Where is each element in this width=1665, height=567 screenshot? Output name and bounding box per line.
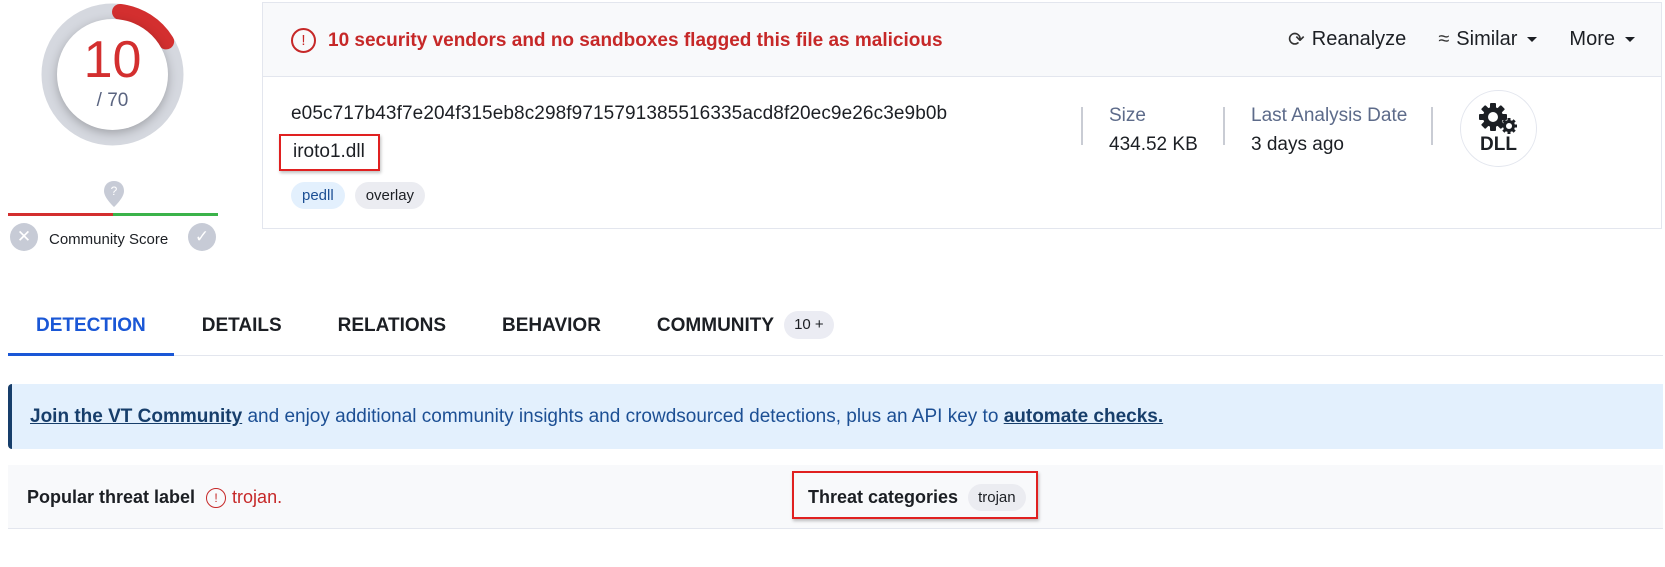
threat-categories: Threat categories trojan <box>808 484 1026 511</box>
divider <box>1431 107 1433 145</box>
tab-label: COMMUNITY <box>656 315 775 336</box>
community-score-label: Community Score <box>49 231 169 248</box>
similar-dropdown[interactable]: ≈ Similar <box>1438 28 1538 51</box>
tab-label: DETECTION <box>36 315 146 336</box>
caret-down-icon <box>1527 37 1538 42</box>
file-name: iroto1.dll <box>279 134 380 171</box>
exclamation-circle-icon: ! <box>206 487 227 508</box>
size-value: 434.52 KB <box>1109 134 1198 155</box>
detection-alert: ! 10 security vendors and no sandboxes f… <box>291 28 943 53</box>
negative-bar <box>8 213 113 216</box>
automate-checks-link[interactable]: automate checks. <box>1004 406 1163 427</box>
tag-pedll[interactable]: pedll <box>291 182 345 209</box>
file-size: Size 434.52 KB <box>1109 105 1198 155</box>
date-value: 3 days ago <box>1251 134 1344 155</box>
file-type-badge: DLL <box>1460 90 1537 167</box>
caret-down-icon <box>1625 37 1635 42</box>
svg-text:?: ? <box>111 184 118 198</box>
file-type-label: DLL <box>1480 133 1517 155</box>
detection-count: 10 <box>83 31 142 89</box>
similar-label: Similar <box>1456 28 1518 50</box>
community-count-badge: 10 + <box>784 311 834 339</box>
similar-icon: ≈ <box>1438 28 1450 50</box>
tab-behavior[interactable]: BEHAVIOR <box>474 300 629 356</box>
tab-detection[interactable]: DETECTION <box>8 300 174 356</box>
refresh-icon: ⟳ <box>1288 29 1305 51</box>
file-actions: ⟳ Reanalyze ≈ Similar More <box>1256 27 1635 52</box>
file-tags: pedll overlay <box>291 182 435 209</box>
tab-details[interactable]: DETAILS <box>174 300 310 356</box>
engine-total: / 70 <box>96 90 129 111</box>
tab-community[interactable]: COMMUNITY 10 + <box>629 300 862 356</box>
score-center: 10 / 70 <box>57 19 168 130</box>
threat-category-chip[interactable]: trojan <box>968 484 1026 511</box>
date-label: Last Analysis Date <box>1251 105 1408 126</box>
community-banner: Join the VT Community and enjoy addition… <box>8 384 1663 449</box>
threat-summary: Popular threat label ! trojan. Threat ca… <box>8 465 1663 529</box>
question-marker-icon: ? <box>104 181 124 207</box>
divider <box>1081 107 1083 145</box>
tab-label: BEHAVIOR <box>502 315 601 336</box>
file-summary-card: ! 10 security vendors and no sandboxes f… <box>262 2 1662 229</box>
popular-threat-label-value[interactable]: trojan. <box>232 487 282 508</box>
card-body: e05c717b43f7e204f315eb8c298f971579138551… <box>263 77 1661 228</box>
more-label: More <box>1569 28 1615 50</box>
x-icon: ✕ <box>16 227 32 246</box>
positive-bar <box>113 213 218 216</box>
more-dropdown[interactable]: More <box>1569 28 1635 51</box>
size-label: Size <box>1109 105 1146 126</box>
last-analysis-date: Last Analysis Date 3 days ago <box>1251 105 1408 155</box>
alert-text: 10 security vendors and no sandboxes fla… <box>328 29 943 51</box>
card-header: ! 10 security vendors and no sandboxes f… <box>263 3 1661 77</box>
tab-relations[interactable]: RELATIONS <box>310 300 474 356</box>
detection-score-gauge: 10 / 70 <box>40 2 185 147</box>
report-tabs: DETECTION DETAILS RELATIONS BEHAVIOR COM… <box>8 300 1663 356</box>
join-community-link[interactable]: Join the VT Community <box>30 406 242 427</box>
threat-categories-title: Threat categories <box>808 487 959 507</box>
popular-threat-label: Popular threat label ! trojan. <box>27 487 282 508</box>
divider <box>1223 107 1225 145</box>
tag-overlay[interactable]: overlay <box>354 182 426 209</box>
check-icon: ✓ <box>194 227 210 246</box>
banner-text: and enjoy additional community insights … <box>242 406 1004 427</box>
reanalyze-button[interactable]: ⟳ Reanalyze <box>1288 27 1406 52</box>
community-score: ? ✕ Community Score ✓ <box>8 180 218 260</box>
vote-harmless-button[interactable]: ✓ <box>188 223 216 251</box>
community-score-bar <box>8 213 218 216</box>
file-hash[interactable]: e05c717b43f7e204f315eb8c298f971579138551… <box>291 103 947 125</box>
reanalyze-label: Reanalyze <box>1311 28 1407 50</box>
tab-label: RELATIONS <box>337 315 447 336</box>
popular-threat-label-title: Popular threat label <box>27 487 196 507</box>
vote-malicious-button[interactable]: ✕ <box>10 223 38 251</box>
tab-label: DETAILS <box>201 315 282 336</box>
exclamation-circle-icon: ! <box>291 28 316 53</box>
gears-icon <box>1478 102 1517 134</box>
